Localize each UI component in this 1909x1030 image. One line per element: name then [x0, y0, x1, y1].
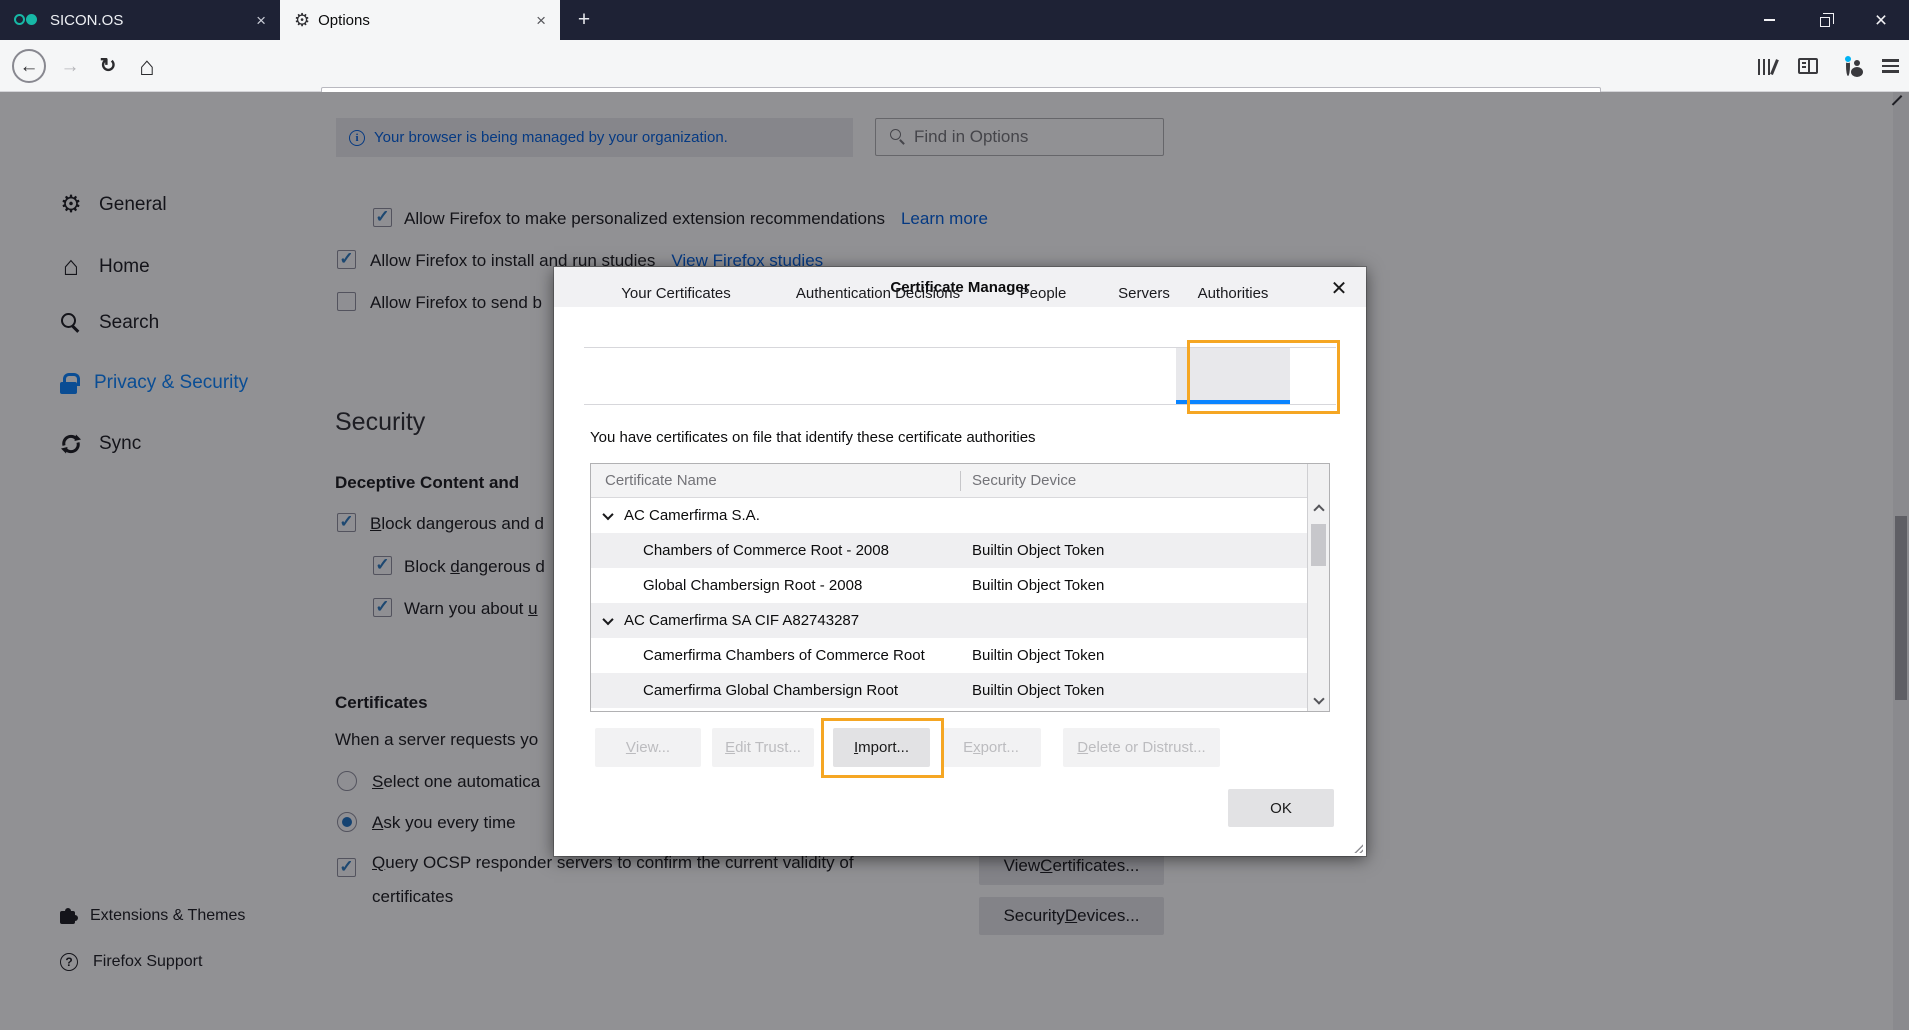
tab-servers[interactable]: Servers — [1118, 285, 1170, 302]
tab-bar: SICON.OS × ⚙ Options × + × — [0, 0, 1909, 40]
table-row[interactable]: Chambers of Commerce Root - 2008Builtin … — [591, 533, 1307, 568]
sicon-os-favicon-icon — [14, 14, 40, 26]
tab-sicon-os[interactable]: SICON.OS × — [0, 0, 280, 40]
close-icon: × — [1875, 10, 1887, 31]
certificate-name: Camerfirma Chambers of Commerce Root — [643, 647, 972, 664]
tab-your-certificates[interactable]: Your Certificates — [621, 285, 731, 302]
back-button[interactable]: ← — [9, 40, 49, 92]
dialog-close-button[interactable]: ✕ — [1326, 275, 1352, 301]
delete-or-distrust-button[interactable]: Delete or Distrust... — [1063, 728, 1220, 767]
group-name: AC Camerfirma SA CIF A82743287 — [624, 612, 859, 629]
group-name: AC Camerfirma S.A. — [624, 507, 760, 524]
forward-button[interactable]: → — [52, 40, 88, 92]
minimize-button[interactable] — [1741, 0, 1797, 40]
tab-options[interactable]: ⚙ Options × — [280, 0, 560, 40]
tab-people[interactable]: People — [1020, 285, 1067, 302]
reload-button[interactable]: ↻ — [90, 40, 126, 92]
sidebars-button[interactable] — [1790, 40, 1826, 92]
edit-trust-button[interactable]: Edit Trust... — [712, 728, 814, 767]
column-separator[interactable] — [960, 471, 961, 491]
tab-close-icon[interactable]: × — [536, 12, 546, 29]
security-device: Builtin Object Token — [972, 647, 1104, 664]
view-button[interactable]: View... — [595, 728, 701, 767]
tab-close-icon[interactable]: × — [256, 12, 266, 29]
table-row[interactable]: Global Chambersign Root - 2008Builtin Ob… — [591, 568, 1307, 603]
account-button[interactable] — [1830, 40, 1866, 92]
table-row[interactable]: AC Camerfirma SA CIF A82743287 — [591, 603, 1307, 638]
gear-favicon-icon: ⚙ — [294, 11, 310, 29]
table-scrollbar[interactable] — [1307, 464, 1329, 711]
back-icon: ← — [12, 49, 46, 83]
library-icon — [1758, 58, 1779, 75]
security-device: Builtin Object Token — [972, 577, 1104, 594]
tab-authentication-decisions[interactable]: Authentication Decisions — [796, 285, 960, 302]
new-tab-button[interactable]: + — [570, 6, 598, 34]
chevron-down-icon[interactable] — [602, 613, 613, 624]
browser-window: SICON.OS × ⚙ Options × + × ← → ↻ ⌂ — [0, 0, 1909, 1030]
column-certificate-name[interactable]: Certificate Name — [605, 472, 717, 489]
security-device: Builtin Object Token — [972, 682, 1104, 699]
certificate-name: Camerfirma Global Chambersign Root — [643, 682, 972, 699]
tab-title: SICON.OS — [50, 12, 123, 29]
scroll-up-icon[interactable] — [1313, 504, 1324, 515]
scroll-down-icon[interactable] — [1313, 693, 1324, 704]
notification-badge — [1844, 55, 1852, 63]
annotation-authorities-tab — [1187, 340, 1340, 414]
sidebar-panel-icon — [1798, 58, 1818, 74]
restore-button[interactable] — [1797, 0, 1853, 40]
certificate-name: Chambers of Commerce Root - 2008 — [643, 542, 972, 559]
annotation-import-button — [821, 718, 944, 778]
export-button[interactable]: Export... — [941, 728, 1041, 767]
navigation-toolbar: ← → ↻ ⌂ Firefox about:preferences#privac… — [0, 40, 1909, 92]
certificate-table-rows: AC Camerfirma S.A. Chambers of Commerce R… — [591, 498, 1307, 712]
ok-button[interactable]: OK — [1228, 789, 1334, 827]
window-controls: × — [1741, 0, 1909, 40]
minimize-icon — [1764, 19, 1775, 21]
table-row[interactable]: Camerfirma Global Chambersign RootBuilti… — [591, 673, 1307, 708]
page-content: ⚙ General ⌂ Home Search Privacy & Securi… — [0, 92, 1909, 1030]
dialog-intro-text: You have certificates on file that ident… — [590, 429, 1036, 446]
security-device: Builtin Object Token — [972, 542, 1104, 559]
chevron-down-icon[interactable] — [602, 508, 613, 519]
table-row[interactable]: AC Camerfirma S.A. — [591, 498, 1307, 533]
table-scrollbar-thumb[interactable] — [1311, 524, 1326, 566]
hamburger-menu-icon — [1882, 59, 1899, 72]
restore-icon — [1820, 17, 1830, 27]
home-icon: ⌂ — [139, 53, 155, 79]
column-security-device[interactable]: Security Device — [972, 472, 1076, 489]
forward-icon: → — [61, 57, 80, 76]
certificate-name: Global Chambersign Root - 2008 — [643, 577, 972, 594]
reload-icon: ↻ — [100, 56, 117, 76]
table-header[interactable]: Certificate Name Security Device — [591, 464, 1329, 498]
menu-button[interactable] — [1872, 40, 1908, 92]
tab-title: Options — [318, 12, 370, 29]
home-button[interactable]: ⌂ — [128, 40, 166, 92]
close-button[interactable]: × — [1853, 0, 1909, 40]
resize-grip[interactable] — [1352, 842, 1363, 853]
certificate-table: Certificate Name Security Device AC Came… — [590, 463, 1330, 712]
library-button[interactable] — [1750, 40, 1786, 92]
table-row[interactable]: Camerfirma Chambers of Commerce RootBuil… — [591, 638, 1307, 673]
tab-authorities[interactable]: Authorities — [1198, 285, 1269, 302]
